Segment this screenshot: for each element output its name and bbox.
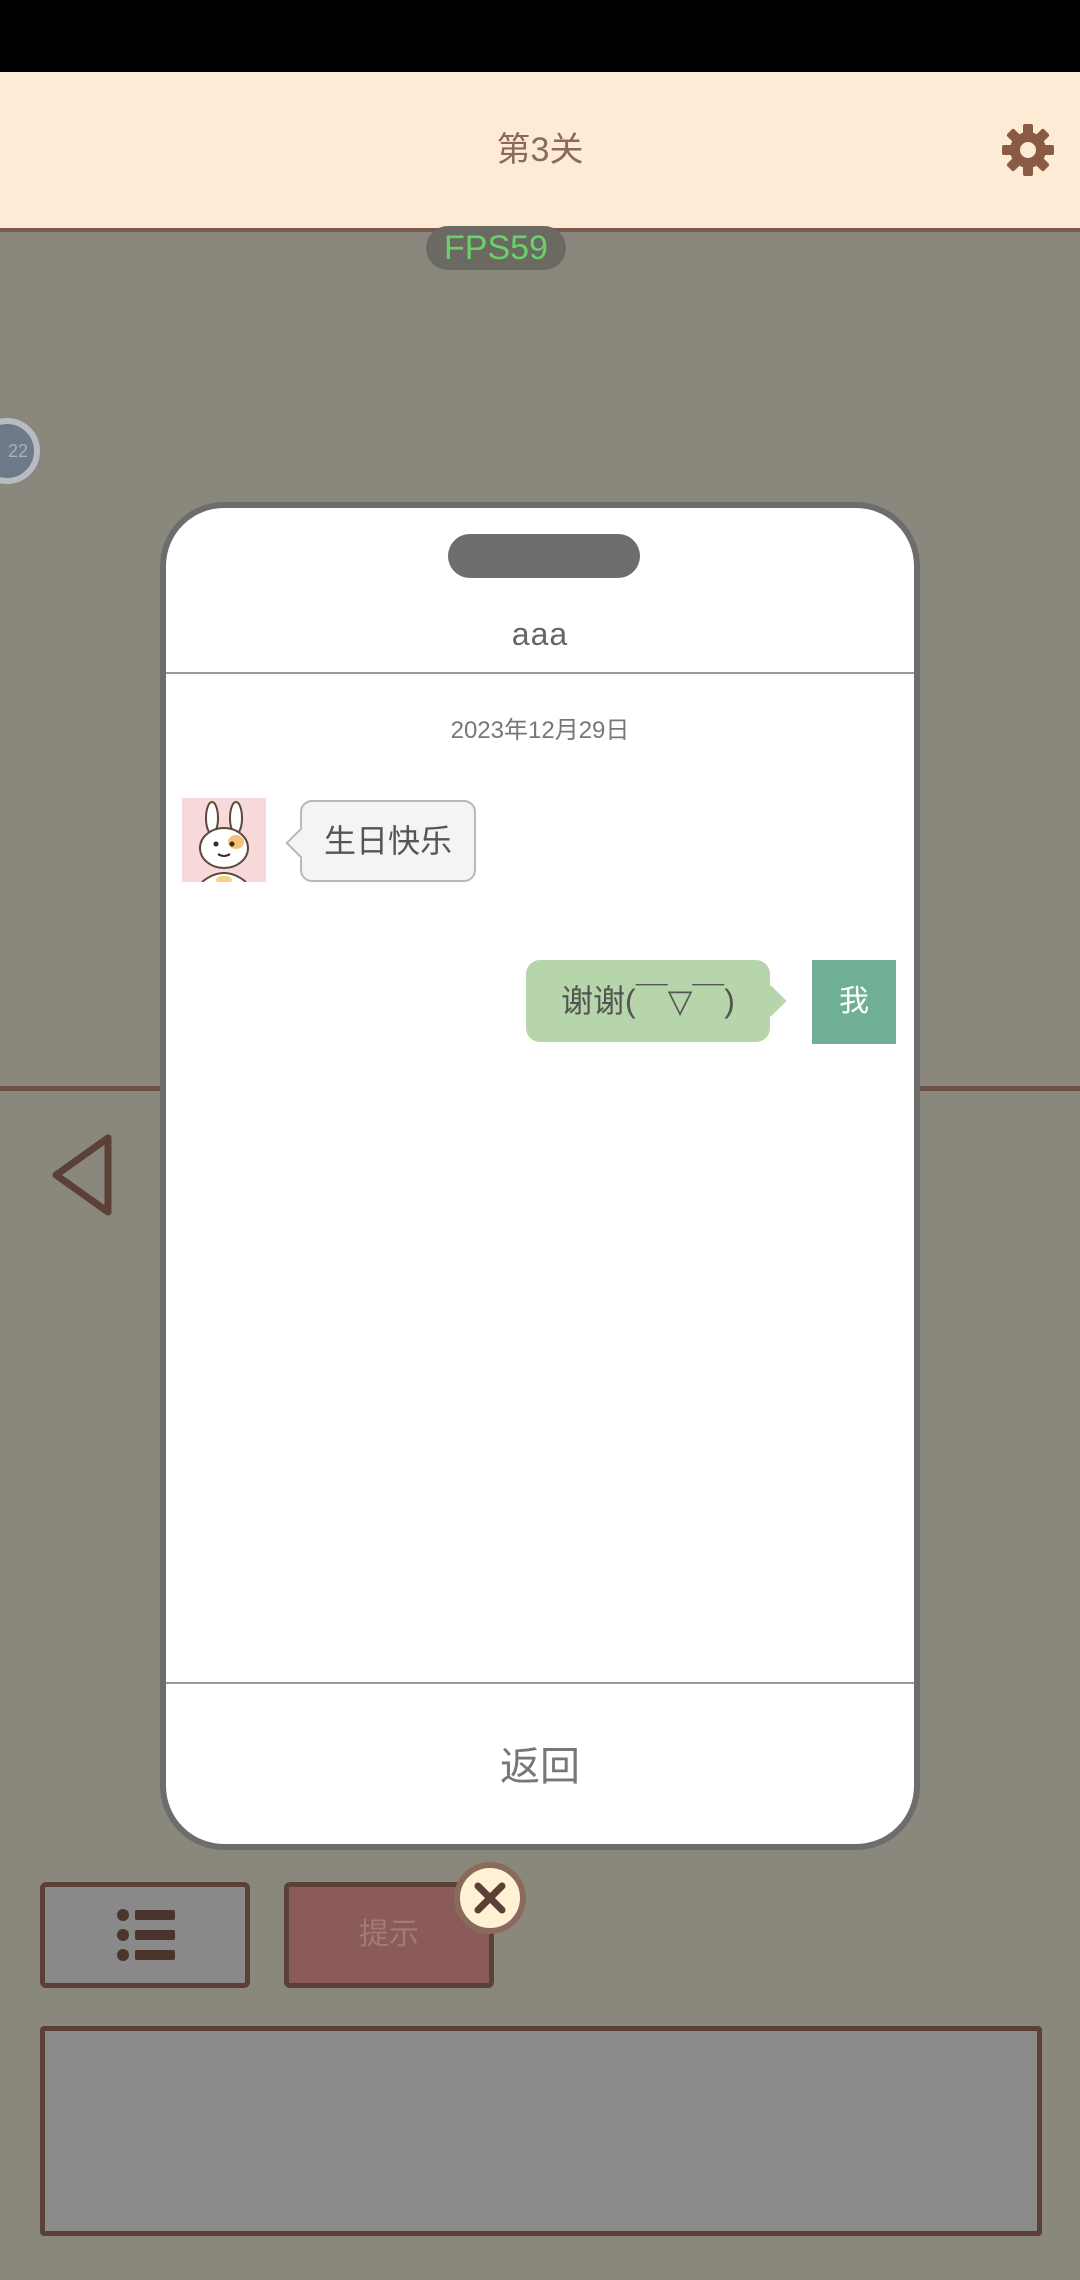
message-text: 谢谢(￣▽￣) [561,983,735,1019]
chat-phone-modal: aaa 2023年12月29日 生日快乐 谢谢(￣▽￣) 我 返回 [160,502,920,1850]
message-bubble-sent: 谢谢(￣▽￣) [526,960,787,1042]
status-bar [0,0,1080,72]
header-divider [166,672,914,674]
bubble-tail [755,985,787,1017]
side-badge[interactable]: 22 [0,418,40,484]
bubble-tail [285,827,317,859]
level-title: 第3关 [496,131,584,169]
list-button[interactable] [40,1882,250,1988]
list-icon [117,1909,175,1961]
close-button[interactable] [454,1862,526,1934]
close-icon [474,1882,506,1914]
rabbit-avatar-icon [182,798,266,882]
phone-notch [448,534,640,578]
message-text: 生日快乐 [323,823,452,859]
back-arrow-icon[interactable] [50,1132,114,1218]
return-button[interactable]: 返回 [166,1684,914,1844]
message-bubble-received: 生日快乐 [285,800,476,882]
top-bar: 第3关 [0,72,1080,232]
contact-name: aaa [511,616,569,652]
answer-area[interactable] [40,2026,1042,2236]
fps-counter: FPS59 [426,226,566,270]
gear-icon[interactable] [1000,122,1056,178]
contact-avatar [182,798,266,882]
my-avatar: 我 [812,960,896,1044]
chat-date: 2023年12月29日 [450,717,630,744]
